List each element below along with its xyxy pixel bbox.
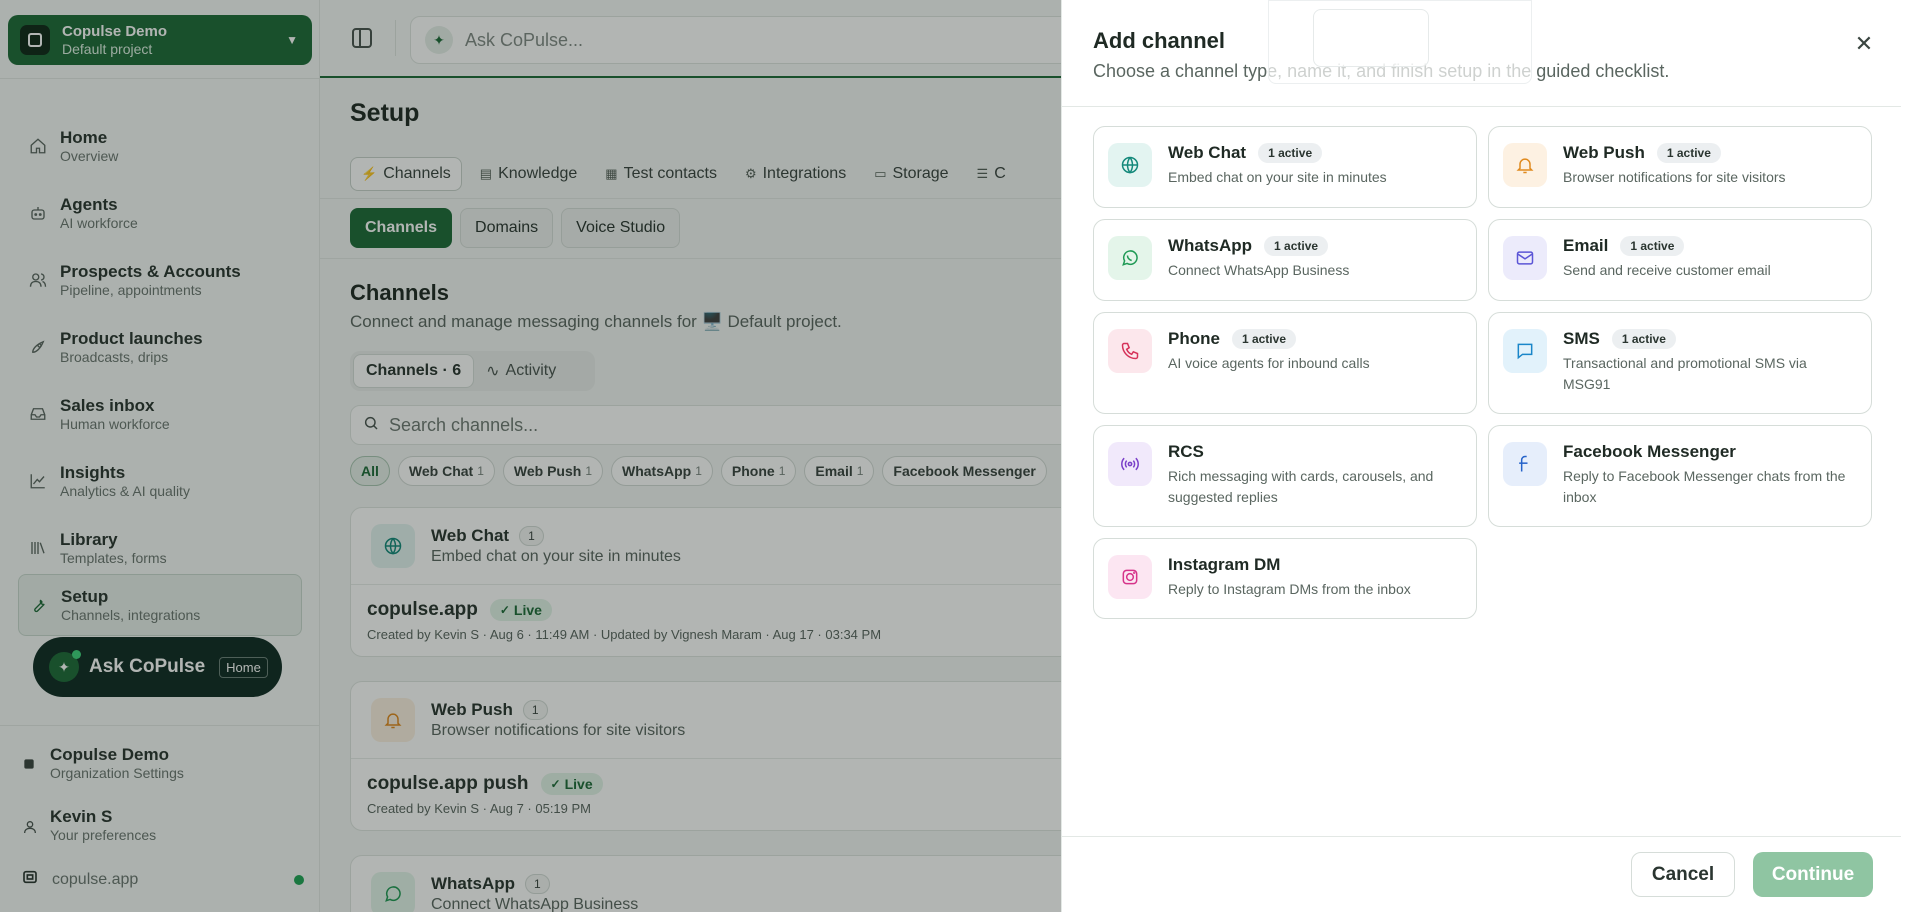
option-badge: 1 active <box>1656 143 1721 163</box>
option-instagram-dm[interactable]: Instagram DM Reply to Instagram DMs from … <box>1093 538 1477 619</box>
option-web-chat[interactable]: Web Chat 1 active Embed chat on your site … <box>1093 126 1477 208</box>
globe-icon <box>1108 143 1152 187</box>
option-desc: Reply to Instagram DMs from the inbox <box>1168 581 1411 597</box>
option-desc: AI voice agents for inbound calls <box>1168 355 1370 371</box>
option-rcs[interactable]: RCS Rich messaging with cards, carousels,… <box>1093 425 1477 527</box>
option-name: Facebook Messenger <box>1563 442 1736 461</box>
option-desc: Send and receive customer email <box>1563 262 1771 278</box>
option-desc: Transactional and promotional SMS via MS… <box>1563 355 1807 392</box>
toast-placeholder <box>1268 0 1532 84</box>
add-channel-drawer: Add channel Choose a channel type, name … <box>1061 0 1920 912</box>
option-badge: 1 active <box>1620 236 1685 256</box>
instagram-icon <box>1108 555 1152 599</box>
facebook-icon <box>1503 442 1547 486</box>
whatsapp-icon <box>1108 236 1152 280</box>
option-name: Instagram DM <box>1168 555 1281 574</box>
mail-icon <box>1503 236 1547 280</box>
close-icon[interactable]: ✕ <box>1850 30 1878 58</box>
option-whatsapp[interactable]: WhatsApp 1 active Connect WhatsApp Busines… <box>1093 219 1477 301</box>
message-icon <box>1503 329 1547 373</box>
option-badge: 1 active <box>1264 236 1329 256</box>
option-sms[interactable]: SMS 1 active Transactional and promotional… <box>1488 312 1872 414</box>
option-badge: 1 active <box>1231 329 1296 349</box>
drawer-header-divider <box>1062 106 1901 107</box>
option-name: Phone <box>1168 329 1220 348</box>
option-name: Web Chat <box>1168 143 1247 162</box>
broadcast-icon <box>1108 442 1152 486</box>
option-desc: Reply to Facebook Messenger chats from t… <box>1563 468 1846 505</box>
option-badge: 1 active <box>1611 329 1676 349</box>
option-name: WhatsApp <box>1168 236 1253 255</box>
option-desc: Connect WhatsApp Business <box>1168 262 1350 278</box>
option-badge: 1 active <box>1258 143 1323 163</box>
option-desc: Browser notifications for site visitors <box>1563 169 1786 185</box>
option-desc: Rich messaging with cards, carousels, an… <box>1168 468 1434 505</box>
drawer-title: Add channel <box>1093 28 1226 53</box>
bell-icon <box>1503 143 1547 187</box>
drawer-footer-divider <box>1062 836 1901 837</box>
option-name: SMS <box>1563 329 1600 348</box>
continue-button[interactable]: Continue <box>1753 852 1873 897</box>
option-name: Web Push <box>1563 143 1645 162</box>
option-name: Email <box>1563 236 1609 255</box>
option-desc: Embed chat on your site in minutes <box>1168 169 1387 185</box>
option-name: RCS <box>1168 442 1204 461</box>
phone-icon <box>1108 329 1152 373</box>
cancel-button[interactable]: Cancel <box>1631 852 1735 897</box>
option-email[interactable]: Email 1 active Send and receive customer e… <box>1488 219 1872 301</box>
option-facebook-messenger[interactable]: Facebook Messenger Reply to Facebook Mess… <box>1488 425 1872 527</box>
option-phone[interactable]: Phone 1 active AI voice agents for inbound… <box>1093 312 1477 414</box>
option-web-push[interactable]: Web Push 1 active Browser notifications fo… <box>1488 126 1872 208</box>
